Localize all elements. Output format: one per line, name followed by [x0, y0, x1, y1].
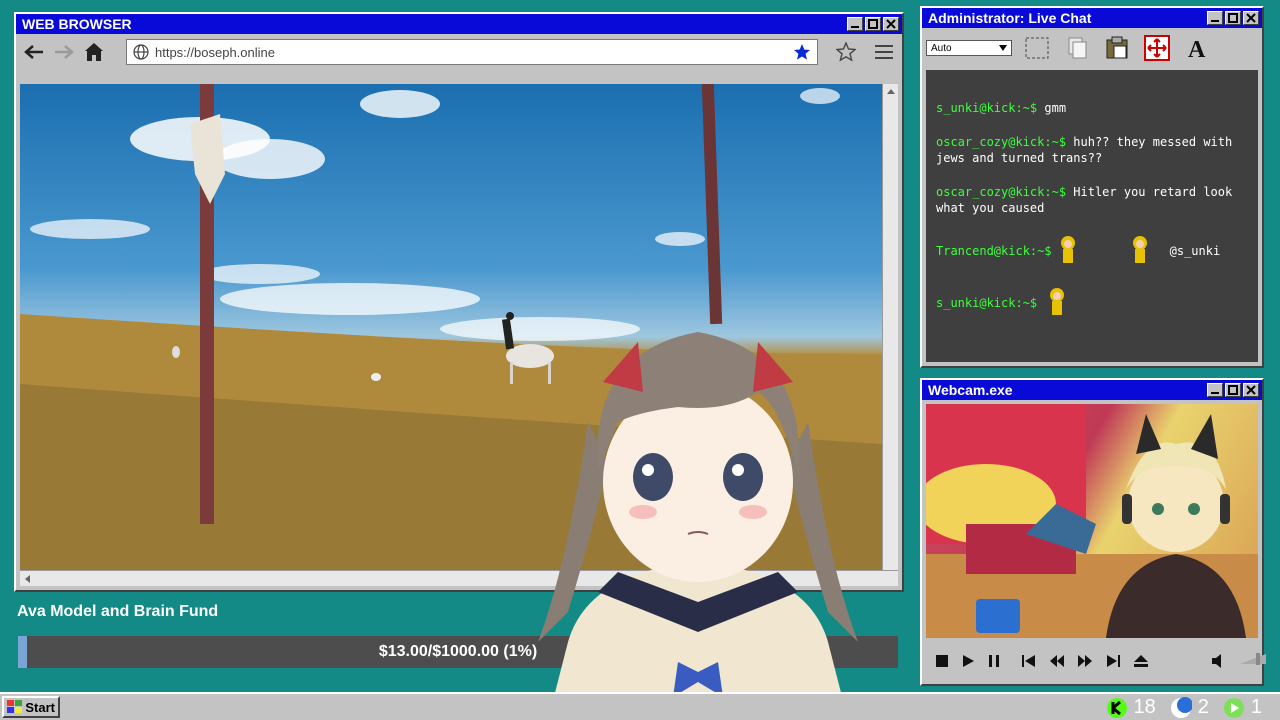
svg-text:A: A	[1188, 37, 1206, 61]
tray-count-play: 1	[1250, 696, 1262, 718]
moon-icon[interactable]	[1170, 696, 1192, 719]
address-bar[interactable]: https://boseph.online	[126, 39, 818, 65]
fast-forward-icon[interactable]	[1078, 654, 1092, 668]
webcam-title: Webcam.exe	[928, 382, 1013, 398]
maximize-button[interactable]	[1225, 11, 1241, 25]
media-controls	[926, 644, 1266, 678]
chat-log[interactable]: s_unki@kick:~$ gmm oscar_cozy@kick:~$ hu…	[926, 70, 1258, 362]
taskbar: Start 18 2 1	[0, 692, 1280, 720]
paste-icon[interactable]	[1102, 33, 1132, 63]
select-rect-icon[interactable]	[1022, 33, 1052, 63]
minimize-button[interactable]	[1207, 11, 1223, 25]
webcam-window: Webcam.exe	[920, 378, 1266, 686]
home-icon[interactable]	[82, 40, 106, 64]
start-label: Start	[25, 699, 55, 715]
move-icon[interactable]	[1142, 33, 1172, 63]
back-arrow-icon[interactable]	[22, 40, 46, 64]
chat-username: oscar_cozy@kick:~$	[936, 135, 1067, 149]
play-icon[interactable]	[962, 654, 974, 668]
close-button[interactable]	[883, 17, 899, 31]
webcam-avatar-scene	[926, 404, 1258, 638]
minimize-button[interactable]	[1207, 383, 1223, 397]
chat-text: gmm	[1044, 101, 1067, 115]
chat-message: s_unki@kick:~$ gmm	[936, 100, 1248, 116]
chat-message: oscar_cozy@kick:~$ Hitler you retard loo…	[936, 184, 1248, 216]
menu-icon[interactable]	[872, 40, 896, 64]
url-text: https://boseph.online	[155, 44, 275, 60]
eject-icon[interactable]	[1134, 654, 1148, 668]
chat-message: oscar_cozy@kick:~$ huh?? they messed wit…	[936, 134, 1248, 166]
globe-icon	[133, 44, 149, 60]
webcam-titlebar[interactable]: Webcam.exe	[922, 380, 1262, 400]
play-circle-icon[interactable]	[1223, 697, 1245, 719]
volume-icon[interactable]	[1212, 654, 1226, 668]
bookmark-star-filled-icon[interactable]	[793, 43, 811, 61]
maximize-button[interactable]	[1225, 383, 1241, 397]
chat-titlebar[interactable]: Administrator: Live Chat	[922, 8, 1262, 28]
tray-count-moon: 2	[1197, 696, 1209, 718]
vertical-scrollbar[interactable]	[882, 84, 898, 570]
system-tray: 18 2 1	[1106, 696, 1271, 719]
chat-username: s_unki@kick:~$	[936, 296, 1038, 310]
emote-sprite-icon	[1130, 234, 1150, 268]
copy-icon[interactable]	[1062, 33, 1092, 63]
chat-username: Trancend@kick:~$	[936, 244, 1052, 258]
browser-titlebar[interactable]: WEB BROWSER	[16, 14, 902, 34]
kick-icon[interactable]	[1106, 697, 1128, 719]
live-chat-window: Administrator: Live Chat Auto A s_unki@k…	[920, 6, 1264, 368]
chat-message: s_unki@kick:~$	[936, 286, 1248, 320]
minimize-button[interactable]	[847, 17, 863, 31]
close-button[interactable]	[1243, 383, 1259, 397]
chat-username: oscar_cozy@kick:~$	[936, 185, 1067, 199]
skip-back-icon[interactable]	[1022, 654, 1036, 668]
emote-sprite-icon	[1058, 234, 1078, 268]
tray-count-kick: 18	[1133, 696, 1156, 718]
pause-icon[interactable]	[988, 654, 1000, 668]
font-size-select[interactable]: Auto	[926, 40, 1012, 56]
browser-title: WEB BROWSER	[22, 16, 132, 32]
chat-toolbar: Auto A	[922, 28, 1262, 68]
chat-username: s_unki@kick:~$	[936, 101, 1038, 115]
volume-slider[interactable]	[1240, 652, 1266, 670]
skip-forward-icon[interactable]	[1106, 654, 1120, 668]
vtuber-avatar	[538, 332, 858, 720]
favorites-star-icon[interactable]	[834, 40, 858, 64]
stop-icon[interactable]	[936, 654, 948, 668]
chat-title: Administrator: Live Chat	[928, 10, 1092, 26]
forward-arrow-icon[interactable]	[52, 40, 76, 64]
chevron-down-icon	[999, 45, 1007, 51]
font-select-value: Auto	[931, 42, 952, 54]
fund-title: Ava Model and Brain Fund	[17, 603, 219, 620]
close-button[interactable]	[1243, 11, 1259, 25]
browser-toolbar: https://boseph.online	[16, 34, 902, 70]
webcam-feed	[926, 404, 1258, 638]
start-button[interactable]: Start	[2, 696, 60, 718]
maximize-button[interactable]	[865, 17, 881, 31]
windows-logo-icon	[7, 700, 22, 713]
chat-message: Trancend@kick:~$ @s_unki	[936, 234, 1248, 268]
font-icon[interactable]: A	[1182, 33, 1212, 63]
chat-text: @s_unki	[1169, 244, 1221, 258]
rewind-icon[interactable]	[1050, 654, 1064, 668]
emote-sprite-icon	[1047, 286, 1067, 320]
